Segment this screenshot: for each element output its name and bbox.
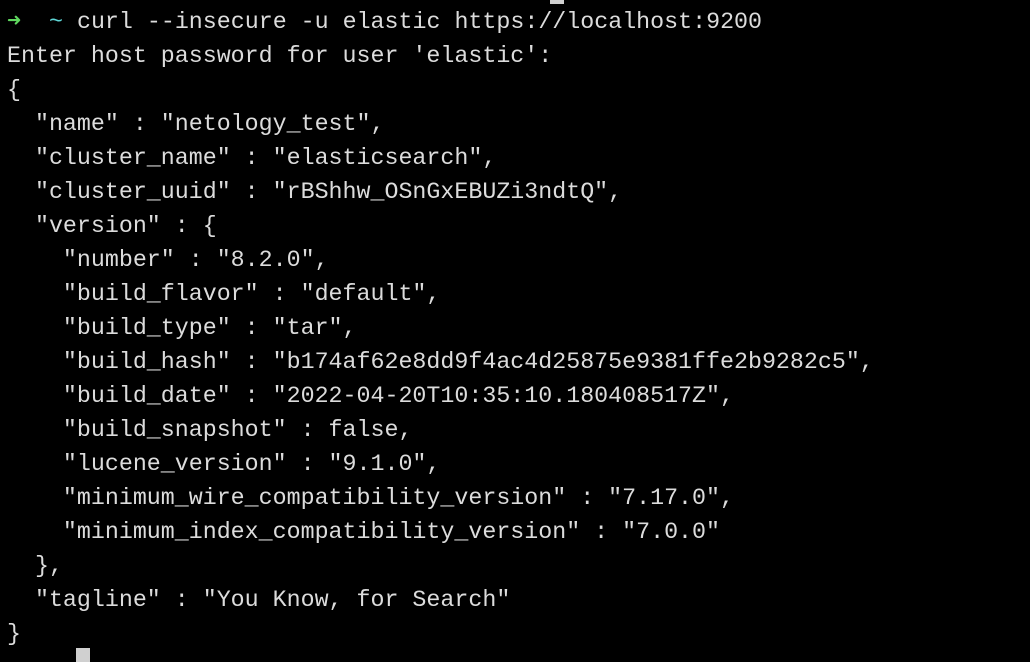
output-line: "number" : "8.2.0", bbox=[7, 247, 329, 273]
output-line: "build_flavor" : "default", bbox=[7, 281, 441, 307]
previous-cursor bbox=[550, 0, 564, 4]
output-line: "build_type" : "tar", bbox=[7, 315, 357, 341]
output-line: "cluster_name" : "elasticsearch", bbox=[7, 145, 497, 171]
output-line: }, bbox=[7, 553, 63, 579]
command-text: curl --insecure -u elastic https://local… bbox=[76, 9, 763, 35]
output-line: "version" : { bbox=[7, 213, 217, 239]
output-line: "build_date" : "2022-04-20T10:35:10.1804… bbox=[7, 383, 734, 409]
output-line: "build_hash" : "b174af62e8dd9f4ac4d25875… bbox=[7, 349, 874, 375]
output-line: } bbox=[7, 621, 21, 647]
output-line: "name" : "netology_test", bbox=[7, 111, 385, 137]
output-line: "lucene_version" : "9.1.0", bbox=[7, 451, 441, 477]
output-line: "minimum_index_compatibility_version" : … bbox=[7, 519, 721, 545]
prompt-arrow-icon: ➜ bbox=[7, 9, 22, 35]
prompt-line: ➜ ~ curl --insecure -u elastic https://l… bbox=[7, 5, 874, 39]
terminal-cursor bbox=[76, 648, 90, 662]
terminal-output[interactable]: ➜ ~ curl --insecure -u elastic https://l… bbox=[7, 5, 874, 651]
output-line: { bbox=[7, 77, 21, 103]
prompt-directory: ~ bbox=[49, 9, 63, 35]
output-line: "cluster_uuid" : "rBShhw_OSnGxEBUZi3ndtQ… bbox=[7, 179, 623, 205]
output-line: "tagline" : "You Know, for Search" bbox=[7, 587, 511, 613]
output-line: "minimum_wire_compatibility_version" : "… bbox=[7, 485, 734, 511]
output-line: Enter host password for user 'elastic': bbox=[7, 43, 553, 69]
output-line: "build_snapshot" : false, bbox=[7, 417, 413, 443]
